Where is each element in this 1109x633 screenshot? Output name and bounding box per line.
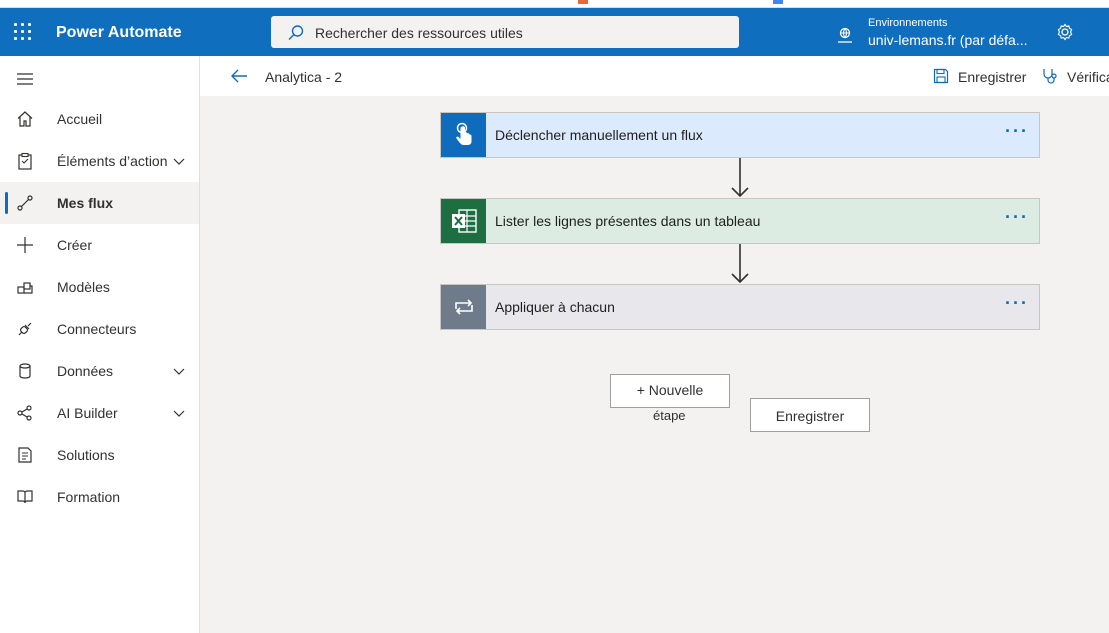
- sidebar: Accueil Éléments d’action Mes flux Créer…: [0, 56, 200, 633]
- command-bar: Analytica - 2 Enregistrer Vérifica: [200, 56, 1109, 96]
- sidebar-item-label: Modèles: [57, 279, 110, 295]
- save-command[interactable]: Enregistrer: [933, 68, 1026, 89]
- browser-bookmark-strip: [0, 0, 1109, 8]
- touch-hand-icon: [455, 122, 471, 145]
- loop-icon: [454, 299, 473, 315]
- step-title: Déclencher manuellement un flux: [495, 127, 703, 143]
- more-options-icon[interactable]: ···: [1005, 293, 1029, 314]
- sidebar-item-label: Mes flux: [57, 195, 114, 211]
- more-options-icon[interactable]: ···: [1005, 121, 1029, 142]
- step-title: Appliquer à chacun: [495, 299, 615, 315]
- app-name[interactable]: Power Automate: [56, 24, 182, 42]
- sidebar-item-modeles[interactable]: Modèles: [0, 266, 199, 308]
- sidebar-item-label: Données: [57, 363, 114, 379]
- search-box[interactable]: Rechercher des ressources utiles: [271, 16, 739, 48]
- flow-connector-arrow: [731, 158, 749, 198]
- flow-name: Analytica - 2: [265, 69, 343, 85]
- sidebar-item-label: AI Builder: [57, 405, 118, 421]
- sidebar-item-elements-action[interactable]: Éléments d’action: [0, 140, 199, 182]
- sidebar-item-connecteurs[interactable]: Connecteurs: [0, 308, 199, 350]
- more-options-icon[interactable]: ···: [1005, 207, 1029, 228]
- search-icon: [288, 25, 304, 40]
- gear-icon[interactable]: [1056, 23, 1074, 41]
- save-command-label: Enregistrer: [958, 69, 1027, 85]
- sidebar-item-donnees[interactable]: Données: [0, 350, 199, 392]
- environment-label: Environnements: [868, 17, 948, 29]
- sidebar-item-label: Accueil: [57, 111, 103, 127]
- flow-step-excel[interactable]: Lister les lignes présentes dans un tabl…: [440, 198, 1040, 244]
- save-button[interactable]: Enregistrer: [750, 398, 870, 432]
- search-placeholder: Rechercher des ressources utiles: [315, 25, 523, 41]
- sidebar-item-ai-builder[interactable]: AI Builder: [0, 392, 199, 434]
- sidebar-item-label: Formation: [57, 489, 121, 505]
- step-title: Lister les lignes présentes dans un tabl…: [495, 213, 761, 229]
- templates-icon: [17, 282, 33, 294]
- home-icon: [17, 111, 33, 127]
- step-icon-container: [441, 199, 486, 243]
- clipboard-icon: [18, 152, 32, 170]
- step-icon-container: [441, 285, 486, 329]
- chevron-down-icon[interactable]: [172, 364, 186, 378]
- save-icon: [933, 68, 949, 84]
- flow-step-apply-to-each[interactable]: Appliquer à chacun ···: [440, 284, 1040, 330]
- back-arrow-icon[interactable]: [230, 68, 248, 84]
- sidebar-item-mes-flux[interactable]: Mes flux: [0, 182, 199, 224]
- new-step-button[interactable]: + Nouvelle: [610, 374, 730, 408]
- sidebar-item-creer[interactable]: Créer: [0, 224, 199, 266]
- verify-command[interactable]: Vérifica: [1041, 67, 1109, 90]
- sidebar-item-label: Solutions: [57, 447, 115, 463]
- plus-icon: [17, 237, 33, 253]
- book-icon: [17, 490, 33, 504]
- solutions-icon: [18, 447, 32, 463]
- sidebar-item-accueil[interactable]: Accueil: [0, 98, 199, 140]
- menu-icon[interactable]: [16, 72, 34, 86]
- ai-builder-icon: [17, 405, 32, 421]
- database-icon: [19, 363, 31, 379]
- excel-icon: [451, 209, 477, 233]
- stethoscope-icon: [1043, 69, 1057, 84]
- sidebar-item-label: Connecteurs: [57, 321, 137, 337]
- sidebar-item-solutions[interactable]: Solutions: [0, 434, 199, 476]
- app-header: Power Automate Rechercher des ressources…: [0, 8, 1109, 56]
- sidebar-item-label: Éléments d’action: [57, 153, 168, 169]
- sidebar-item-label: Créer: [57, 237, 93, 253]
- active-indicator: [5, 192, 8, 214]
- environment-icon: [838, 27, 852, 43]
- app-launcher-icon[interactable]: [14, 23, 34, 41]
- chevron-down-icon[interactable]: [172, 406, 186, 420]
- step-icon-container: [441, 113, 486, 157]
- connector-icon: [18, 322, 32, 336]
- environment-value: univ-lemans.fr (par défa...: [868, 32, 1028, 48]
- chevron-down-icon[interactable]: [172, 154, 186, 168]
- flow-step-trigger[interactable]: Déclencher manuellement un flux ···: [440, 112, 1040, 158]
- verify-command-label: Vérifica: [1067, 69, 1109, 85]
- sidebar-item-formation[interactable]: Formation: [0, 476, 199, 518]
- flow-connector-arrow: [731, 244, 749, 284]
- new-step-label-wrap: étape: [653, 408, 686, 423]
- flow-icon: [17, 195, 33, 211]
- new-step-label: + Nouvelle: [636, 382, 704, 398]
